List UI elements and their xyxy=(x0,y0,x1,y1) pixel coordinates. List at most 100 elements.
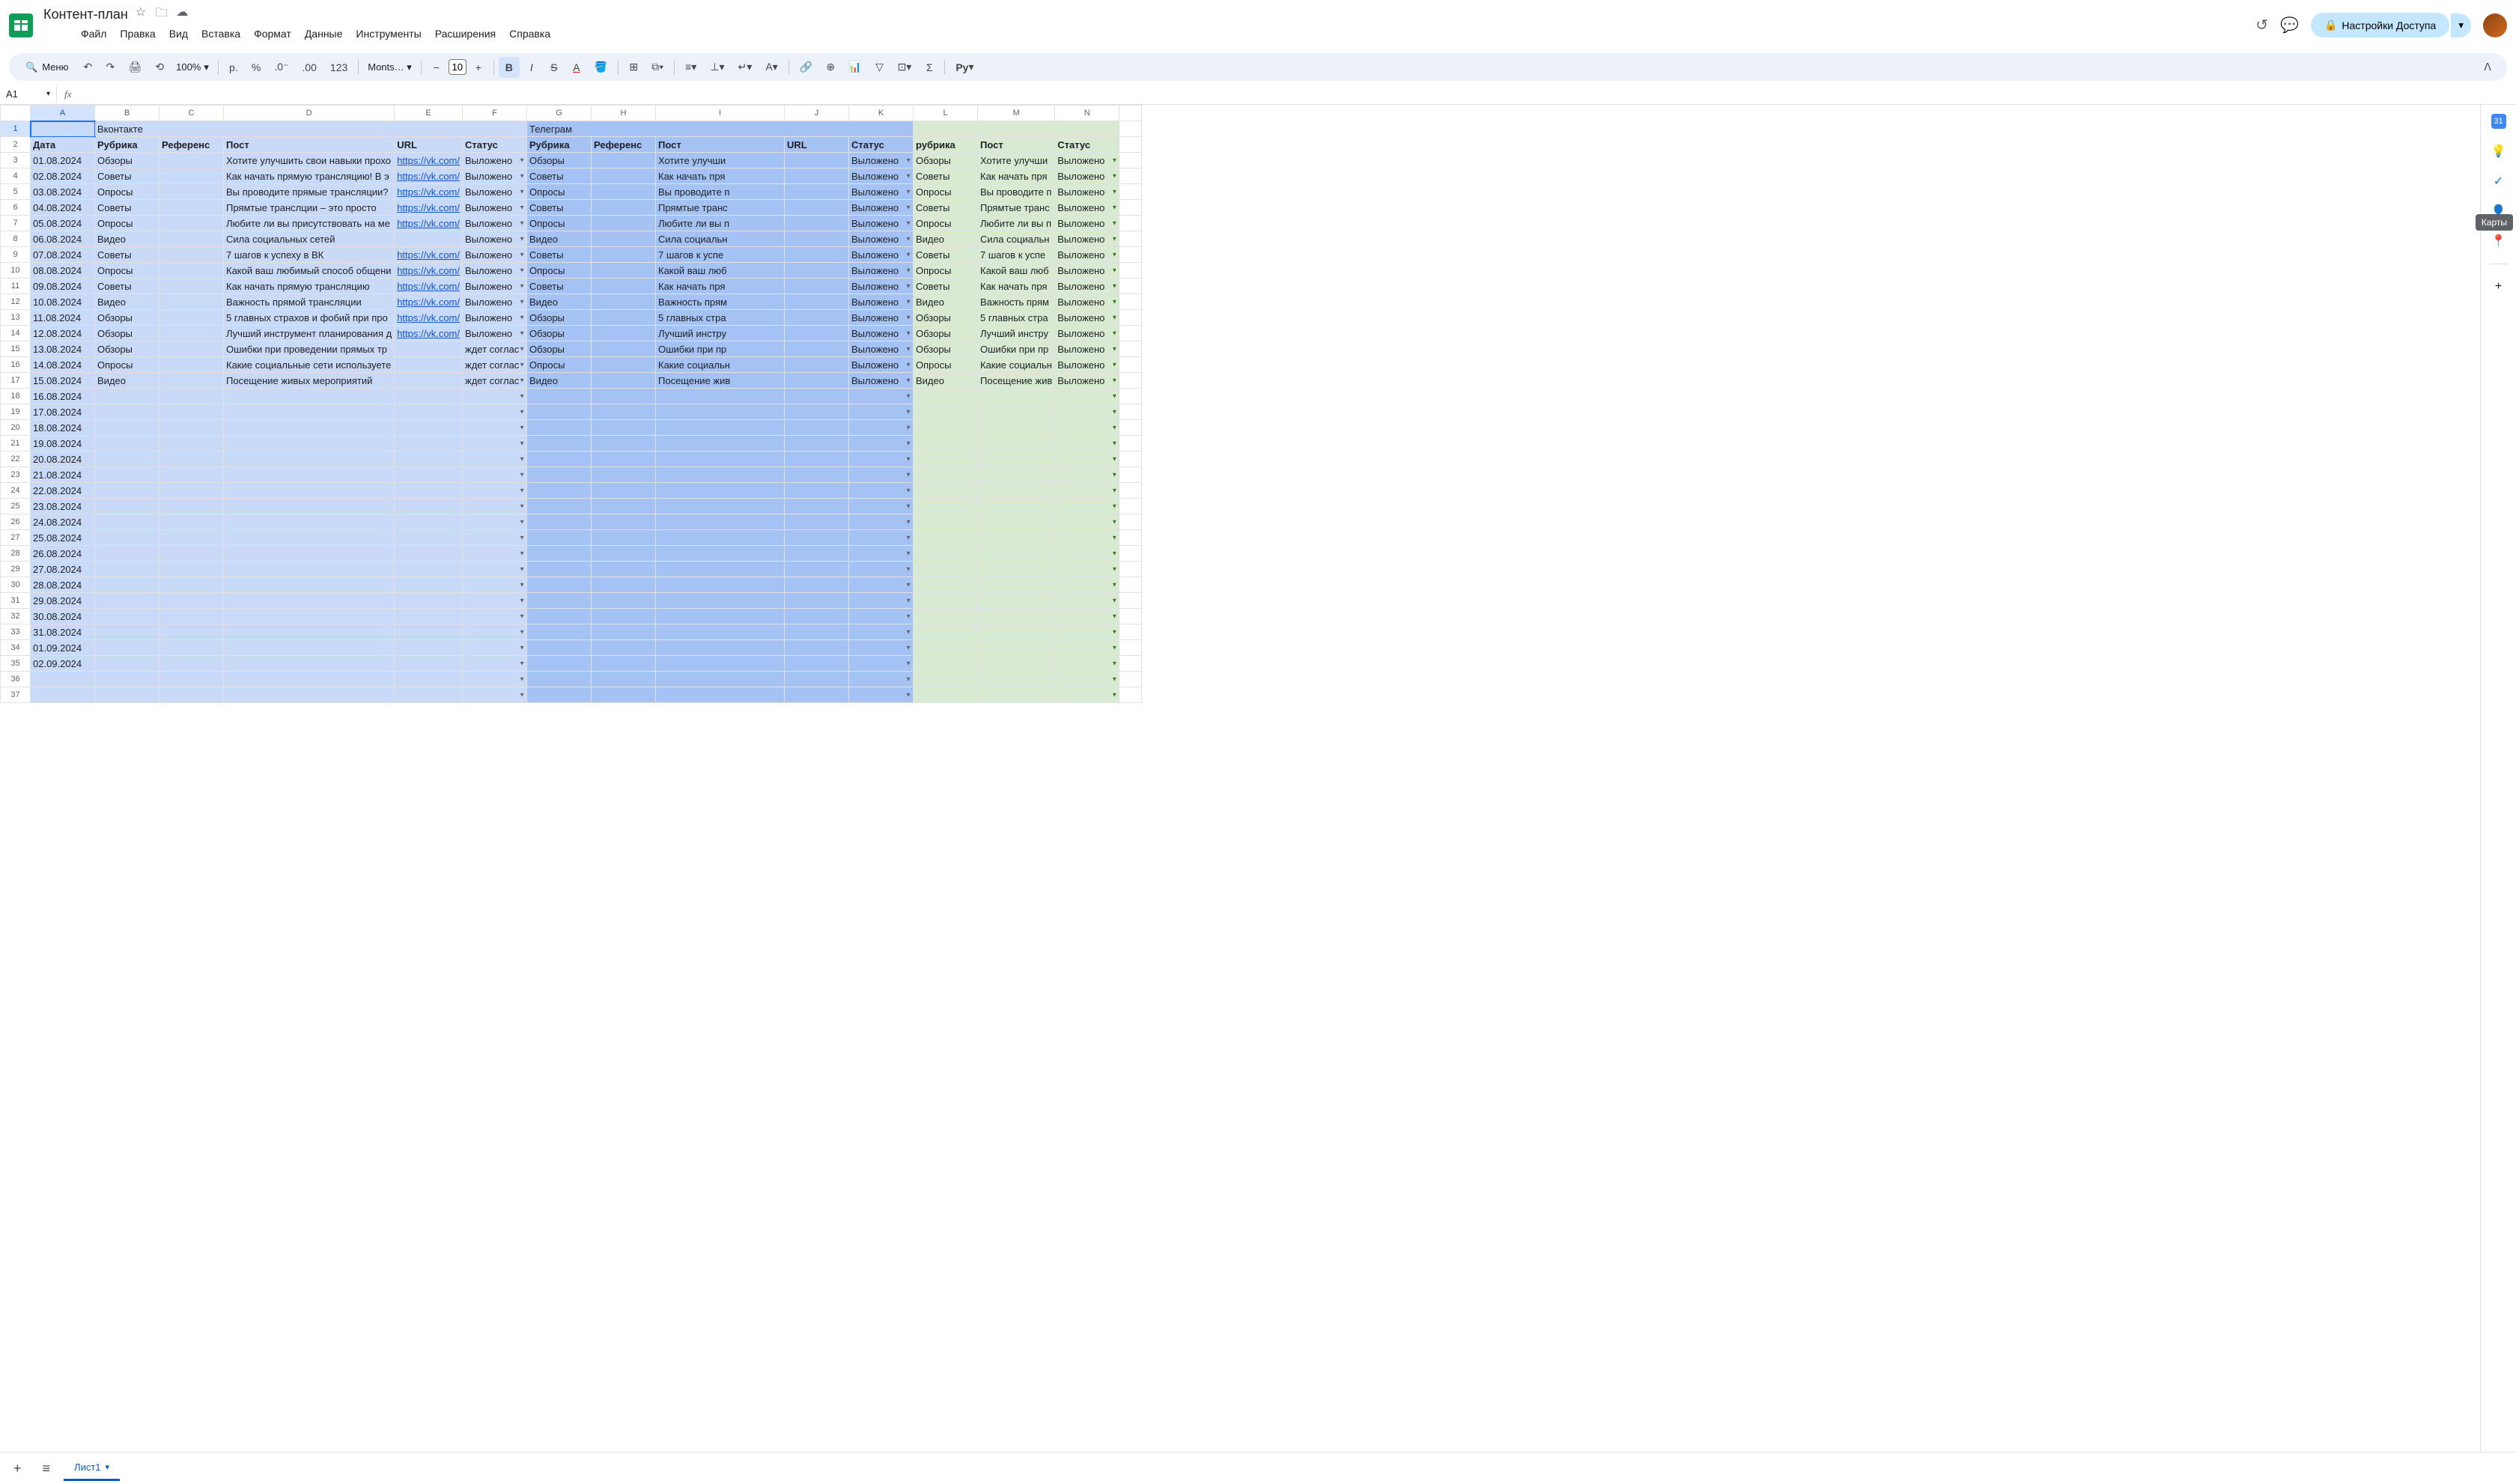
cell[interactable] xyxy=(224,624,395,640)
cell[interactable] xyxy=(95,624,159,640)
cell[interactable] xyxy=(95,404,159,420)
cell-url[interactable]: https://vk.com/ xyxy=(395,247,463,263)
dropdown-arrow[interactable]: ▼ xyxy=(1111,550,1117,557)
cell-date[interactable]: 25.08.2024 xyxy=(31,530,95,546)
cell[interactable] xyxy=(914,483,978,499)
rotate-button[interactable]: A▾ xyxy=(759,56,783,78)
cell[interactable]: ▼ xyxy=(463,420,527,436)
cell-post[interactable]: Лучший инструмент планирования д xyxy=(224,326,395,341)
cell-date[interactable]: 13.08.2024 xyxy=(31,341,95,357)
cell[interactable] xyxy=(95,499,159,514)
italic-button[interactable]: I xyxy=(521,57,542,78)
cell-rubric[interactable]: Видео xyxy=(95,373,159,389)
cell[interactable] xyxy=(395,672,463,687)
cell-tg-url[interactable] xyxy=(785,341,849,357)
currency-button[interactable]: р. xyxy=(223,57,244,78)
dropdown-arrow[interactable]: ▼ xyxy=(1111,425,1117,431)
cell[interactable] xyxy=(592,656,656,672)
dropdown-arrow[interactable]: ▼ xyxy=(1111,299,1117,305)
cell[interactable] xyxy=(785,687,849,703)
cell[interactable] xyxy=(95,577,159,593)
cell[interactable] xyxy=(159,624,224,640)
cell-rubric[interactable]: Советы xyxy=(95,247,159,263)
cell-g-post[interactable]: 5 главных стра xyxy=(978,310,1055,326)
cell[interactable]: ▼ xyxy=(463,483,527,499)
cell-g-status[interactable]: Выложено▼ xyxy=(1055,247,1119,263)
dropdown-arrow[interactable]: ▼ xyxy=(1111,220,1117,227)
cell-rubric[interactable]: Опросы xyxy=(95,184,159,200)
row-header-27[interactable]: 27 xyxy=(1,530,31,546)
cell[interactable] xyxy=(978,404,1055,420)
dropdown-arrow[interactable]: ▼ xyxy=(905,425,911,431)
decrease-decimal-button[interactable]: .0⁻ xyxy=(268,56,294,78)
row-header-26[interactable]: 26 xyxy=(1,514,31,530)
cell-g-post[interactable]: 7 шагов к успе xyxy=(978,247,1055,263)
cell[interactable] xyxy=(656,640,785,656)
cell[interactable] xyxy=(395,451,463,467)
hdr-tg-ref[interactable]: Референс xyxy=(592,137,656,153)
cell[interactable] xyxy=(978,483,1055,499)
merge-button[interactable]: ⧉▾ xyxy=(645,56,669,78)
cell-url[interactable]: https://vk.com/ xyxy=(395,310,463,326)
cell-g-status[interactable]: Выложено▼ xyxy=(1055,310,1119,326)
cell-rubric[interactable]: Советы xyxy=(95,279,159,294)
cell[interactable] xyxy=(914,451,978,467)
cell-date[interactable]: 29.08.2024 xyxy=(31,593,95,609)
dropdown-arrow[interactable]: ▼ xyxy=(905,393,911,400)
cell-status[interactable]: ждет соглас▼ xyxy=(463,373,527,389)
dropdown-arrow[interactable]: ▼ xyxy=(1111,487,1117,494)
print-button[interactable]: 🖨 xyxy=(122,56,148,78)
cell-date[interactable]: 18.08.2024 xyxy=(31,420,95,436)
cell[interactable]: ▼ xyxy=(1055,672,1119,687)
cell-status[interactable]: Выложено▼ xyxy=(463,263,527,279)
dropdown-arrow[interactable]: ▼ xyxy=(905,566,911,573)
dropdown-arrow[interactable]: ▼ xyxy=(1111,613,1117,620)
cell-g-post[interactable]: Прямтые транс xyxy=(978,200,1055,216)
cell-ref[interactable] xyxy=(159,279,224,294)
row-header-34[interactable]: 34 xyxy=(1,640,31,656)
v-align-button[interactable]: ⊥▾ xyxy=(704,56,730,78)
cell-tg-ref[interactable] xyxy=(592,153,656,168)
sheets-logo[interactable] xyxy=(9,13,33,37)
cell-post[interactable]: Любите ли вы присутствовать на ме xyxy=(224,216,395,231)
cell-g-status[interactable]: Выложено▼ xyxy=(1055,184,1119,200)
cell[interactable]: ▼ xyxy=(1055,451,1119,467)
add-addon-icon[interactable]: + xyxy=(2491,279,2506,294)
cell-date[interactable]: 31.08.2024 xyxy=(31,624,95,640)
cloud-icon[interactable]: ☁ xyxy=(176,4,188,25)
hdr-status[interactable]: Статус xyxy=(463,137,527,153)
dropdown-arrow[interactable]: ▼ xyxy=(519,597,525,604)
cell[interactable] xyxy=(914,389,978,404)
cell-g-rubric[interactable]: Опросы xyxy=(914,184,978,200)
cell-post[interactable]: Ошибки при проведении прямых тр xyxy=(224,341,395,357)
cell[interactable]: ▼ xyxy=(463,562,527,577)
cell[interactable] xyxy=(914,530,978,546)
cell[interactable] xyxy=(592,687,656,703)
dropdown-arrow[interactable]: ▼ xyxy=(905,252,911,258)
cell[interactable]: ▼ xyxy=(849,609,914,624)
chart-button[interactable]: 📊 xyxy=(842,56,867,78)
cell[interactable] xyxy=(159,467,224,483)
col-header-M[interactable]: M xyxy=(978,106,1055,121)
cell-tg-rubric[interactable]: Опросы xyxy=(527,184,592,200)
dropdown-arrow[interactable]: ▼ xyxy=(905,330,911,337)
row-header-20[interactable]: 20 xyxy=(1,420,31,436)
cell[interactable] xyxy=(95,672,159,687)
cell-tg-post[interactable]: 7 шагов к успе xyxy=(656,247,785,263)
cell-g-status[interactable]: Выложено▼ xyxy=(1055,294,1119,310)
cell-tg-ref[interactable] xyxy=(592,200,656,216)
cell[interactable] xyxy=(224,451,395,467)
dropdown-arrow[interactable]: ▼ xyxy=(905,582,911,589)
cell[interactable] xyxy=(978,656,1055,672)
cell[interactable] xyxy=(159,499,224,514)
cell[interactable] xyxy=(159,530,224,546)
cell-date[interactable]: 28.08.2024 xyxy=(31,577,95,593)
name-box[interactable]: A1▾ xyxy=(0,85,57,103)
dropdown-arrow[interactable]: ▼ xyxy=(1111,472,1117,478)
cell[interactable] xyxy=(95,389,159,404)
cell-tg-rubric[interactable]: Советы xyxy=(527,200,592,216)
cell-status[interactable]: Выложено▼ xyxy=(463,168,527,184)
cell[interactable] xyxy=(978,389,1055,404)
cell-status[interactable]: ждет соглас▼ xyxy=(463,357,527,373)
cell-status[interactable]: Выложено▼ xyxy=(463,294,527,310)
